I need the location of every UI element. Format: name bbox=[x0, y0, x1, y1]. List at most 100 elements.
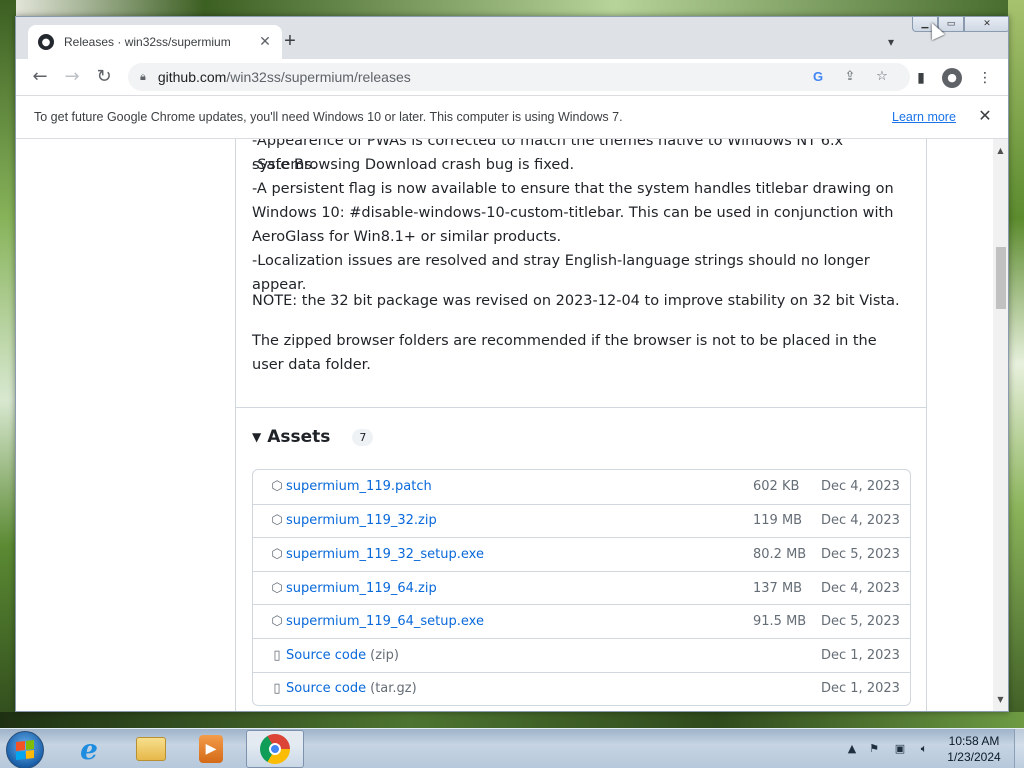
package-icon: ⬡ bbox=[271, 479, 283, 495]
asset-link[interactable]: supermium_119_64.zip bbox=[286, 581, 437, 596]
tray-expand-icon[interactable]: ▲ bbox=[844, 741, 860, 757]
scroll-thumb[interactable] bbox=[996, 247, 1006, 309]
release-note: NOTE: the 32 bit package was revised on … bbox=[252, 293, 900, 309]
update-infobar: To get future Google Chrome updates, you… bbox=[16, 95, 1008, 139]
asset-row[interactable]: ▯ Source code (zip) Dec 1, 2023 bbox=[253, 637, 910, 672]
divider bbox=[236, 407, 926, 408]
lock-icon[interactable]: 🔒︎ bbox=[140, 70, 146, 84]
taskbar-explorer[interactable] bbox=[122, 730, 180, 768]
asset-row[interactable]: ⬡ supermium_119_32.zip 119 MB Dec 4, 2023 bbox=[253, 503, 910, 538]
desktop-wallpaper-bottom bbox=[0, 712, 1024, 728]
url-path: /win32ss/supermium/releases bbox=[226, 69, 411, 85]
package-icon: ⬡ bbox=[271, 580, 283, 596]
taskbar-media-player[interactable]: ▶ bbox=[182, 730, 240, 768]
url-host: github.com bbox=[157, 69, 227, 85]
asset-row[interactable]: ⬡ supermium_119.patch 602 KB Dec 4, 2023 bbox=[253, 470, 910, 504]
zipped-note: The zipped browser folders are recommend… bbox=[252, 333, 877, 373]
package-icon: ⬡ bbox=[271, 614, 283, 630]
asset-date: Dec 5, 2023 bbox=[821, 614, 900, 630]
volume-muted-icon[interactable]: 🔈︎ bbox=[916, 741, 932, 757]
bookmark-star-icon[interactable]: ☆ bbox=[872, 67, 892, 87]
release-box: -Appearence of PWAs is corrected to matc… bbox=[235, 139, 927, 711]
tab-search-chevron-icon[interactable]: ▾ bbox=[880, 31, 902, 53]
asset-size: 119 MB bbox=[753, 513, 803, 529]
side-panel-icon[interactable]: ▮ bbox=[910, 67, 932, 89]
clock[interactable]: 10:58 AM 1/23/2024 bbox=[934, 733, 1014, 765]
windows-logo-icon bbox=[16, 740, 34, 760]
desktop-wallpaper-left bbox=[0, 0, 16, 728]
page-content: -Appearence of PWAs is corrected to matc… bbox=[16, 139, 993, 711]
asset-size: 91.5 MB bbox=[753, 614, 807, 630]
release-line: -A persistent flag is now available to e… bbox=[252, 181, 894, 245]
chrome-icon bbox=[260, 734, 290, 764]
asset-ext: (tar.gz) bbox=[370, 681, 417, 697]
google-lens-icon[interactable]: G bbox=[808, 67, 828, 87]
assets-count-badge: 7 bbox=[352, 428, 374, 446]
asset-link[interactable]: supermium_119_32.zip bbox=[286, 513, 437, 528]
show-desktop-button[interactable] bbox=[1014, 729, 1024, 768]
vertical-scrollbar[interactable]: ▲ ▼ bbox=[993, 139, 1008, 711]
asset-date: Dec 1, 2023 bbox=[821, 647, 900, 663]
reload-button[interactable]: ↻ bbox=[92, 65, 116, 89]
address-bar[interactable]: 🔒︎ github.com/win32ss/supermium/releases… bbox=[128, 63, 910, 91]
assets-title: Assets bbox=[267, 427, 331, 447]
action-center-flag-icon[interactable]: ⚑ bbox=[866, 741, 882, 757]
asset-row[interactable]: ⬡ supermium_119_64_setup.exe 91.5 MB Dec 5,… bbox=[253, 604, 910, 638]
assets-heading[interactable]: ▼ Assets 7 bbox=[252, 427, 374, 447]
asset-date: Dec 5, 2023 bbox=[821, 546, 900, 562]
asset-date: Dec 1, 2023 bbox=[821, 681, 900, 697]
asset-row[interactable]: ▯ Source code (tar.gz) Dec 1, 2023 bbox=[253, 671, 910, 706]
tab-close-icon[interactable]: ✕ bbox=[256, 34, 274, 50]
taskbar: e ▶ ▲ ⚑ ▣ 🔈︎ 10:58 AM 1/23/2024 bbox=[0, 728, 1024, 768]
github-icon: ● bbox=[38, 34, 54, 50]
asset-link[interactable]: supermium_119_32_setup.exe bbox=[286, 547, 484, 562]
profile-avatar-icon: ● bbox=[942, 68, 962, 88]
taskbar-chrome[interactable] bbox=[246, 730, 304, 768]
learn-more-link[interactable]: Learn more bbox=[892, 110, 956, 124]
tab-strip: ● Releases · win32ss/supermium ✕ + ▾ ▁ ▭… bbox=[16, 17, 1008, 59]
scroll-down-icon[interactable]: ▼ bbox=[993, 692, 1008, 707]
network-icon[interactable]: ▣ bbox=[892, 741, 908, 757]
asset-size: 137 MB bbox=[753, 580, 803, 596]
chrome-window: ● Releases · win32ss/supermium ✕ + ▾ ▁ ▭… bbox=[15, 16, 1009, 712]
assets-list: ⬡ supermium_119.patch 602 KB Dec 4, 2023 ⬡ su… bbox=[252, 469, 911, 707]
share-icon[interactable]: ⇪ bbox=[840, 67, 860, 87]
infobar-close-icon[interactable]: ✕ bbox=[974, 105, 996, 127]
package-icon: ⬡ bbox=[271, 546, 283, 562]
asset-row[interactable]: ⬡ supermium_119_32_setup.exe 80.2 MB Dec 5,… bbox=[253, 537, 910, 571]
asset-size: 602 KB bbox=[753, 479, 800, 495]
file-zip-icon: ▯ bbox=[273, 647, 281, 663]
media-player-icon: ▶ bbox=[199, 735, 223, 763]
profile-button[interactable]: ● bbox=[941, 67, 963, 89]
asset-date: Dec 4, 2023 bbox=[821, 580, 900, 596]
asset-link[interactable]: Source code bbox=[286, 681, 366, 696]
asset-row[interactable]: ⬡ supermium_119_64.zip 137 MB Dec 4, 2023 bbox=[253, 570, 910, 605]
desktop-wallpaper-top bbox=[0, 0, 1024, 16]
forward-button[interactable]: → bbox=[60, 65, 84, 89]
start-button[interactable] bbox=[6, 731, 44, 768]
scroll-up-icon[interactable]: ▲ bbox=[993, 143, 1008, 158]
new-tab-button[interactable]: + bbox=[278, 30, 302, 54]
browser-toolbar: ← → ↻ 🔒︎ github.com/win32ss/supermium/re… bbox=[16, 59, 1008, 95]
internet-explorer-icon: e bbox=[80, 732, 98, 766]
asset-link[interactable]: Source code bbox=[286, 648, 366, 663]
folder-icon bbox=[136, 737, 166, 761]
back-button[interactable]: ← bbox=[28, 65, 52, 89]
asset-ext: (zip) bbox=[370, 647, 399, 663]
tab-releases[interactable]: ● Releases · win32ss/supermium ✕ bbox=[28, 25, 282, 59]
package-icon: ⬡ bbox=[271, 513, 283, 529]
file-zip-icon: ▯ bbox=[273, 681, 281, 697]
taskbar-internet-explorer[interactable]: e bbox=[60, 730, 118, 768]
clock-date: 1/23/2024 bbox=[947, 750, 1001, 764]
tab-title: Releases · win32ss/supermium bbox=[64, 35, 231, 49]
infobar-message: To get future Google Chrome updates, you… bbox=[34, 110, 623, 124]
asset-link[interactable]: supermium_119_64_setup.exe bbox=[286, 614, 484, 629]
close-window-button[interactable]: ✕ bbox=[964, 17, 1008, 32]
release-line: -Safe Browsing Download crash bug is fix… bbox=[252, 157, 575, 173]
asset-link[interactable]: supermium_119.patch bbox=[286, 479, 432, 494]
asset-date: Dec 4, 2023 bbox=[821, 479, 900, 495]
asset-date: Dec 4, 2023 bbox=[821, 513, 900, 529]
clock-time: 10:58 AM bbox=[948, 734, 1000, 748]
menu-kebab-icon[interactable]: ⋮ bbox=[974, 67, 996, 89]
asset-size: 80.2 MB bbox=[753, 546, 807, 562]
